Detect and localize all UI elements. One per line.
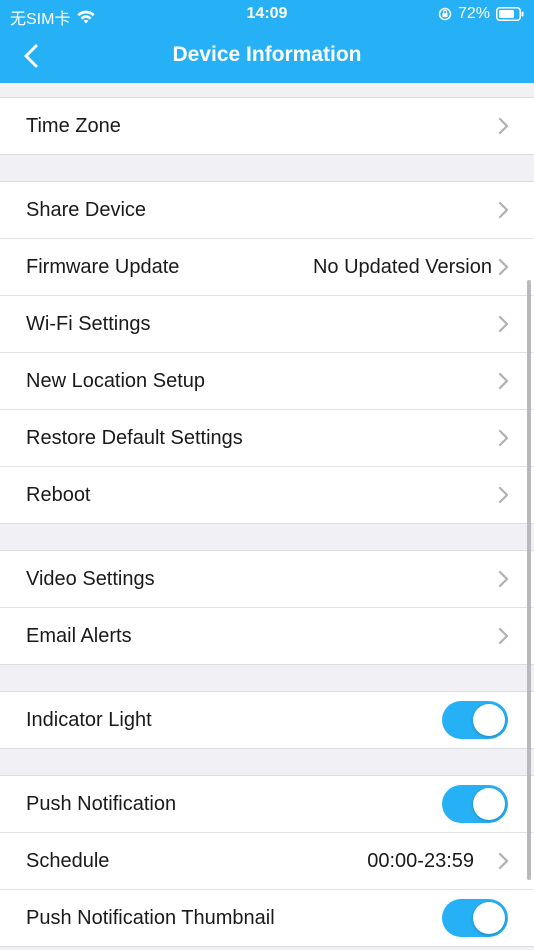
row-label: Reboot (26, 484, 91, 506)
status-bar: 无SIM卡 14:09 72% (0, 0, 534, 28)
settings-group: Video Settings Email Alerts (0, 550, 534, 665)
row-email-alerts[interactable]: Email Alerts (0, 608, 534, 664)
settings-list: Time Zone Share Device Firmware Update N… (0, 83, 534, 950)
row-label: Email Alerts (26, 625, 132, 647)
toggle-knob (473, 902, 505, 934)
row-wifi-settings[interactable]: Wi-Fi Settings (0, 296, 534, 353)
row-label: Schedule (26, 850, 110, 872)
schedule-value: 00:00-23:59 (367, 850, 474, 872)
row-video-settings[interactable]: Video Settings (0, 551, 534, 608)
chevron-right-icon (498, 570, 509, 588)
row-label: Restore Default Settings (26, 427, 243, 449)
firmware-status: No Updated Version (312, 256, 492, 278)
header: 无SIM卡 14:09 72% Device Information (0, 0, 534, 83)
row-label: Push Notification (26, 793, 177, 815)
row-label: Video Settings (26, 568, 155, 590)
row-label: Firmware Update (26, 256, 180, 278)
settings-group: Share Device Firmware Update No Updated … (0, 181, 534, 524)
row-label: Push Notification Thumbnail (26, 907, 275, 929)
scrollbar[interactable] (527, 280, 531, 880)
settings-group: Push Notification Schedule 00:00-23:59 P… (0, 775, 534, 947)
toggle-knob (473, 788, 505, 820)
row-new-location-setup[interactable]: New Location Setup (0, 353, 534, 410)
push-thumbnail-toggle[interactable] (442, 899, 508, 937)
row-label: Share Device (26, 199, 147, 221)
row-schedule[interactable]: Schedule 00:00-23:59 (0, 833, 534, 890)
row-label: New Location Setup (26, 370, 206, 392)
status-right: 72% (438, 5, 524, 23)
row-label: Indicator Light (26, 709, 152, 731)
chevron-right-icon (498, 486, 509, 504)
chevron-right-icon (498, 258, 509, 276)
row-indicator-light: Indicator Light (0, 692, 534, 748)
chevron-right-icon (498, 627, 509, 645)
page-title: Device Information (172, 43, 362, 66)
rotation-lock-icon (438, 7, 452, 21)
row-restore-default-settings[interactable]: Restore Default Settings (0, 410, 534, 467)
battery-icon (496, 7, 524, 21)
chevron-right-icon (498, 201, 509, 219)
row-share-device[interactable]: Share Device (0, 182, 534, 239)
chevron-right-icon (498, 852, 509, 870)
chevron-right-icon (498, 117, 509, 135)
chevron-right-icon (498, 429, 509, 447)
row-label: Wi-Fi Settings (26, 313, 151, 335)
row-time-zone[interactable]: Time Zone (0, 98, 534, 154)
row-firmware-update[interactable]: Firmware Update No Updated Version (0, 239, 534, 296)
row-push-notification: Push Notification (0, 776, 534, 833)
chevron-right-icon (498, 372, 509, 390)
row-reboot[interactable]: Reboot (0, 467, 534, 523)
chevron-right-icon (498, 315, 509, 333)
toggle-knob (473, 704, 505, 736)
row-label: Time Zone (26, 115, 121, 137)
indicator-light-toggle[interactable] (442, 701, 508, 739)
row-push-notification-thumbnail: Push Notification Thumbnail (0, 890, 534, 946)
push-notification-toggle[interactable] (442, 785, 508, 823)
battery-percent: 72% (457, 5, 490, 22)
nav-bar: Device Information (0, 28, 534, 83)
settings-group: Indicator Light (0, 691, 534, 749)
settings-group: Time Zone (0, 97, 534, 155)
